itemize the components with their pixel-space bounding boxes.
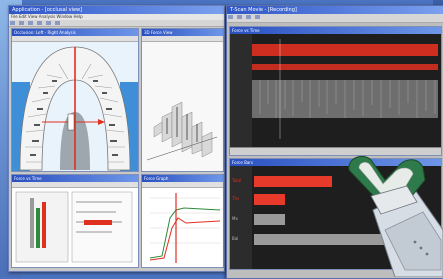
bar-label-1: Total (232, 178, 242, 183)
view3d-pane: 3D Force View (141, 28, 224, 172)
print-icon[interactable] (27, 21, 33, 25)
force-bar-1 (254, 176, 332, 187)
play-icon[interactable] (245, 15, 251, 19)
force-3d-view[interactable] (142, 42, 223, 172)
signal-plot[interactable] (230, 34, 441, 147)
legend-box (71, 191, 133, 263)
dental-arch-map[interactable] (12, 42, 138, 172)
signal-pane-title: Force vs Time (230, 27, 441, 34)
legend-highlight (84, 220, 112, 225)
mini-bar-gray (30, 198, 34, 248)
forward-icon[interactable] (254, 15, 260, 19)
signal-pane: Force vs Time (229, 26, 442, 156)
zoom-icon[interactable] (54, 21, 60, 25)
mini-bar-green (36, 208, 40, 248)
force-bar-2 (254, 194, 285, 205)
force-line-graph[interactable] (142, 188, 223, 268)
record-icon[interactable] (228, 15, 233, 19)
bottom-left-pane: Force vs Time (11, 174, 139, 268)
arch-pane: Occlusion: Left - Right Analysis (11, 28, 139, 172)
recording-window-title: T-Scan Movie - [Recording] (227, 6, 443, 14)
view3d-pane-title: 3D Force View (142, 29, 223, 36)
bars-label-strip: Total Ths Mx Bal (230, 166, 252, 269)
open-icon[interactable] (10, 21, 15, 25)
main-window-title: Application - [occlusal view] (9, 6, 224, 14)
sensor-handle-device (348, 155, 443, 277)
bottom-left-graph[interactable] (12, 188, 138, 268)
bottom-right-pane: Force Graph (141, 174, 224, 268)
play-icon[interactable] (36, 21, 42, 25)
bottom-left-pane-title: Force vs Time (12, 175, 138, 182)
main-toolbar (9, 20, 224, 27)
main-window: Application - [occlusal view] File Edit … (8, 5, 225, 272)
recording-toolbar (227, 14, 443, 23)
force-bar-3 (254, 214, 285, 225)
arch-pane-title: Occlusion: Left - Right Analysis (12, 29, 138, 36)
bar-label-3: Mx (232, 216, 238, 221)
rewind-icon[interactable] (236, 15, 242, 19)
signal-axis-strip (230, 34, 252, 147)
save-icon[interactable] (18, 21, 24, 25)
bar-label-4: Bal (232, 236, 239, 241)
center-of-force-marker[interactable] (67, 113, 75, 131)
bar-label-2: Ths (232, 196, 240, 201)
stop-icon[interactable] (45, 21, 51, 25)
mini-bar-red (42, 202, 46, 248)
bottom-right-pane-title: Force Graph (142, 175, 223, 182)
